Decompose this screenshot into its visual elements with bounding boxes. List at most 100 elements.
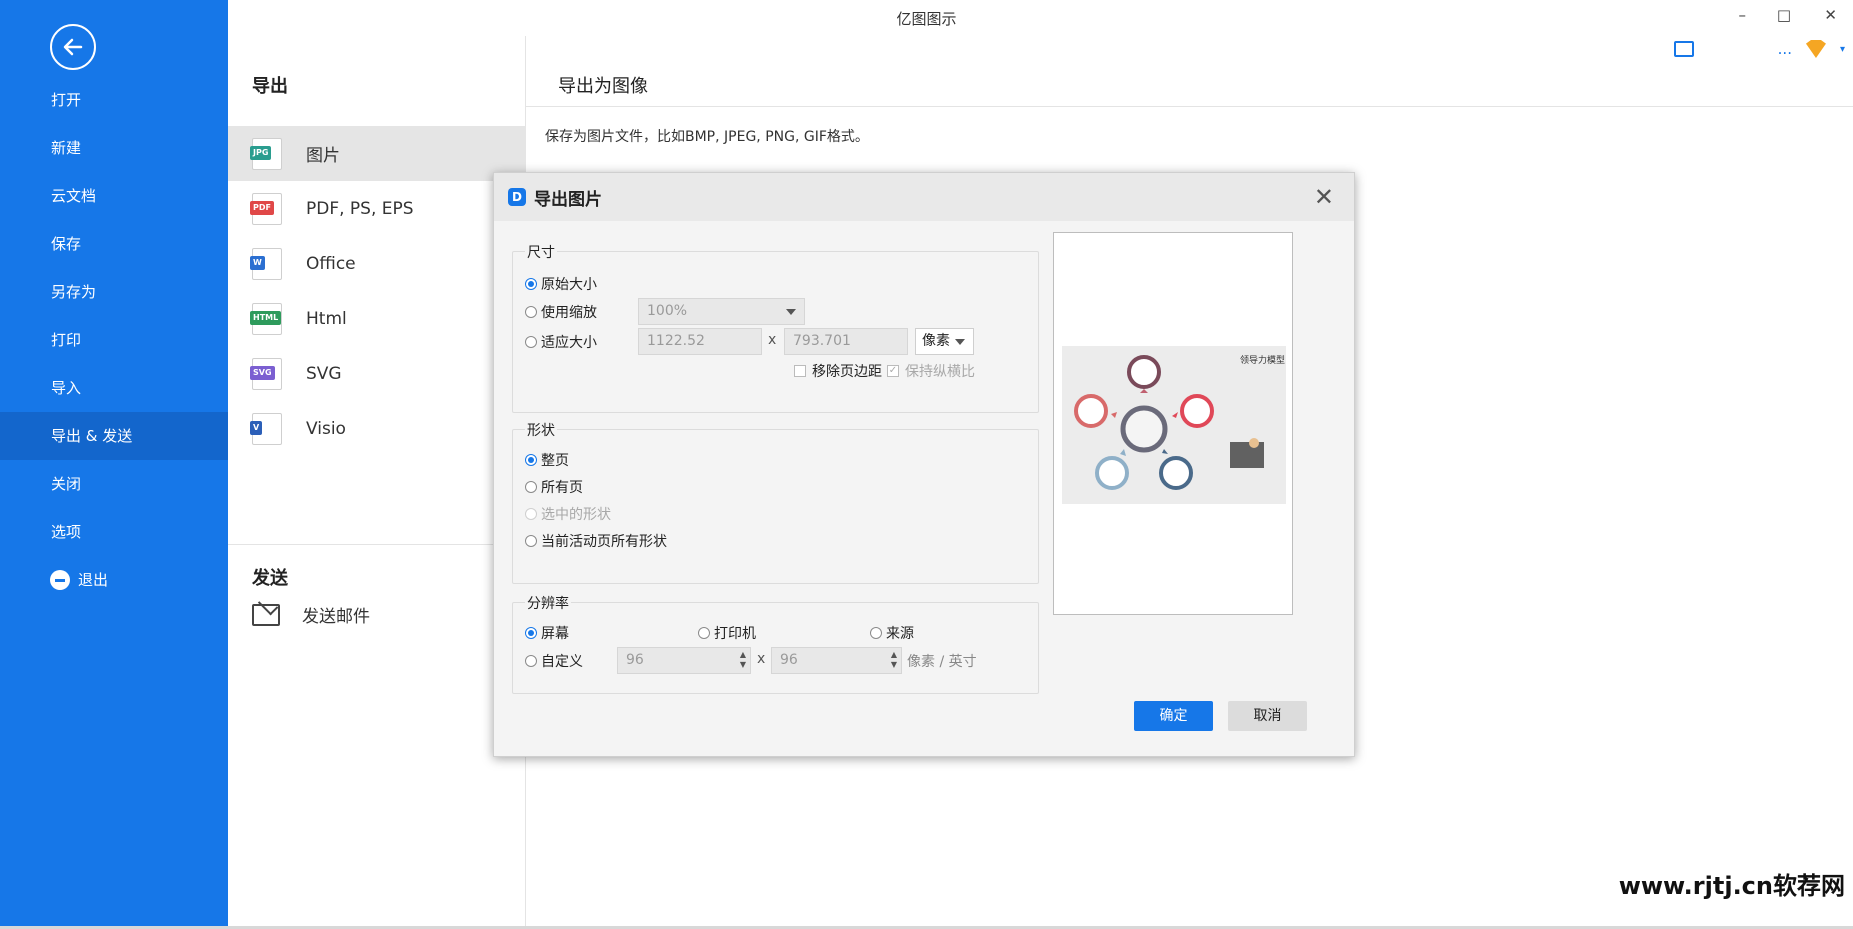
export-item-label: SVG	[306, 363, 342, 384]
radio-all-pages[interactable]: 所有页	[525, 477, 583, 497]
sidebar-item-label: 打印	[51, 331, 82, 349]
sidebar-item-new[interactable]: 新建	[0, 124, 228, 172]
dialog-header: D 导出图片 ✕	[494, 173, 1354, 221]
times-label: x	[757, 651, 766, 667]
sidebar-item-export-send[interactable]: 导出 & 发送	[0, 412, 228, 460]
radio-source[interactable]: 来源	[870, 623, 914, 643]
visio-file-icon: V	[250, 412, 282, 445]
radio-whole-page[interactable]: 整页	[525, 450, 569, 470]
diagram-preview-graphic	[1074, 355, 1264, 490]
dpi-y-value: 96	[780, 652, 798, 668]
export-item-image[interactable]: JPG 图片	[228, 126, 526, 181]
title-bar: 亿图图示 – □ ✕	[228, 0, 1853, 36]
size-group: 尺寸 原始大小 使用缩放 100% 适应大小 1122.52 x 793.701…	[512, 242, 1039, 413]
radio-screen[interactable]: 屏幕	[525, 623, 569, 643]
radio-icon	[525, 278, 537, 290]
arrow-left-icon	[63, 38, 83, 56]
html-file-icon: HTML	[250, 302, 282, 335]
sidebar-item-save[interactable]: 保存	[0, 220, 228, 268]
sidebar-item-import[interactable]: 导入	[0, 364, 228, 412]
sidebar-item-open[interactable]: 打开	[0, 76, 228, 124]
dpi-unit-label: 像素 / 英寸	[907, 654, 977, 670]
export-item-office[interactable]: W Office	[228, 236, 526, 291]
export-item-label: Visio	[306, 418, 346, 439]
checkbox-keep-ratio[interactable]: ✓ 保持纵横比	[887, 361, 975, 381]
close-window-button[interactable]: ✕	[1824, 6, 1837, 24]
chevron-down-icon	[786, 309, 796, 315]
minimize-button[interactable]: –	[1739, 6, 1747, 24]
divider	[526, 106, 1853, 107]
sidebar-item-save-as[interactable]: 另存为	[0, 268, 228, 316]
radio-selected-shapes[interactable]: 选中的形状	[525, 504, 611, 524]
export-format-list: JPG 图片 PDF PDF, PS, EPS W Office HTML Ht…	[228, 126, 526, 456]
cancel-button[interactable]: 取消	[1228, 701, 1307, 731]
divider	[228, 544, 526, 545]
export-item-svg[interactable]: SVG SVG	[228, 346, 526, 401]
resolution-group: 分辨率 屏幕 打印机 来源 自定义 96 ▲ ▼ x 96 ▲ ▼ 像素 / 英寸	[512, 593, 1039, 694]
radio-fit-size[interactable]: 适应大小	[525, 332, 597, 352]
unit-select[interactable]: 像素	[915, 328, 974, 355]
radio-icon	[525, 481, 537, 493]
checkbox-label: 移除页边距	[812, 364, 882, 380]
radio-icon	[525, 627, 537, 639]
spin-arrows-icon[interactable]: ▲ ▼	[891, 650, 897, 670]
checkbox-remove-margin[interactable]: 移除页边距	[794, 361, 882, 381]
sidebar-item-print[interactable]: 打印	[0, 316, 228, 364]
radio-icon	[870, 627, 882, 639]
export-item-pdf[interactable]: PDF PDF, PS, EPS	[228, 181, 526, 236]
radio-printer[interactable]: 打印机	[698, 623, 756, 643]
radio-label: 自定义	[541, 654, 583, 670]
width-input[interactable]: 1122.52	[638, 328, 762, 355]
checkbox-label: 保持纵横比	[905, 364, 975, 380]
comment-icon[interactable]	[1673, 41, 1694, 57]
spin-arrows-icon[interactable]: ▲ ▼	[740, 650, 746, 670]
svg-file-icon: SVG	[250, 357, 282, 390]
sidebar: 打开 新建 云文档 保存 另存为 打印 导入 导出 & 发送 关闭 选项 退出	[0, 0, 228, 929]
size-group-title: 尺寸	[525, 242, 557, 262]
maximize-button[interactable]: □	[1777, 6, 1791, 24]
export-panel: 导出 JPG 图片 PDF PDF, PS, EPS W Office HTML…	[228, 36, 526, 929]
sidebar-item-label: 另存为	[51, 283, 97, 301]
radio-icon	[525, 306, 537, 318]
radio-label: 来源	[886, 626, 914, 642]
height-input[interactable]: 793.701	[784, 328, 908, 355]
radio-custom[interactable]: 自定义	[525, 651, 583, 671]
export-item-visio[interactable]: V Visio	[228, 401, 526, 456]
resolution-group-title: 分辨率	[525, 593, 571, 613]
send-email-item[interactable]: 发送邮件	[252, 602, 370, 627]
jpg-file-icon: JPG	[250, 137, 282, 170]
site-watermark: www.rjtj.cn软荐网	[1618, 872, 1845, 900]
sidebar-item-options[interactable]: 选项	[0, 508, 228, 556]
dpi-x-stepper[interactable]: 96 ▲ ▼	[617, 647, 751, 674]
ok-button[interactable]: 确定	[1134, 701, 1213, 731]
minus-circle-icon	[50, 570, 70, 590]
radio-original-size[interactable]: 原始大小	[525, 274, 597, 294]
send-heading: 发送	[252, 568, 288, 589]
radio-label: 适应大小	[541, 335, 597, 351]
export-item-html[interactable]: HTML Html	[228, 291, 526, 346]
close-icon[interactable]: ✕	[1314, 183, 1334, 211]
sidebar-item-label: 保存	[51, 235, 82, 253]
checkbox-icon	[794, 365, 806, 377]
chevron-down-icon[interactable]: ▾	[1840, 44, 1845, 55]
pdf-file-icon: PDF	[250, 192, 282, 225]
dpi-x-value: 96	[626, 652, 644, 668]
sidebar-item-close[interactable]: 关闭	[0, 460, 228, 508]
radio-current-active-page[interactable]: 当前活动页所有形状	[525, 531, 667, 551]
vip-diamond-icon[interactable]	[1805, 40, 1826, 58]
radio-use-scale[interactable]: 使用缩放	[525, 302, 597, 322]
sidebar-item-exit[interactable]: 退出	[0, 556, 228, 604]
scale-value: 100%	[647, 303, 688, 319]
more-button[interactable]: ...	[1778, 40, 1792, 58]
radio-label: 选中的形状	[541, 507, 611, 523]
radio-label: 当前活动页所有形状	[541, 534, 667, 550]
diagram-title: 领导力模型	[1240, 356, 1286, 366]
back-button[interactable]	[50, 24, 96, 70]
diagram-thumbnail: 领导力模型	[1062, 346, 1286, 504]
export-item-label: PDF, PS, EPS	[306, 198, 414, 219]
radio-icon	[698, 627, 710, 639]
sidebar-item-cloud[interactable]: 云文档	[0, 172, 228, 220]
export-item-label: Html	[306, 308, 347, 329]
scale-select[interactable]: 100%	[638, 298, 805, 325]
dpi-y-stepper[interactable]: 96 ▲ ▼	[771, 647, 902, 674]
